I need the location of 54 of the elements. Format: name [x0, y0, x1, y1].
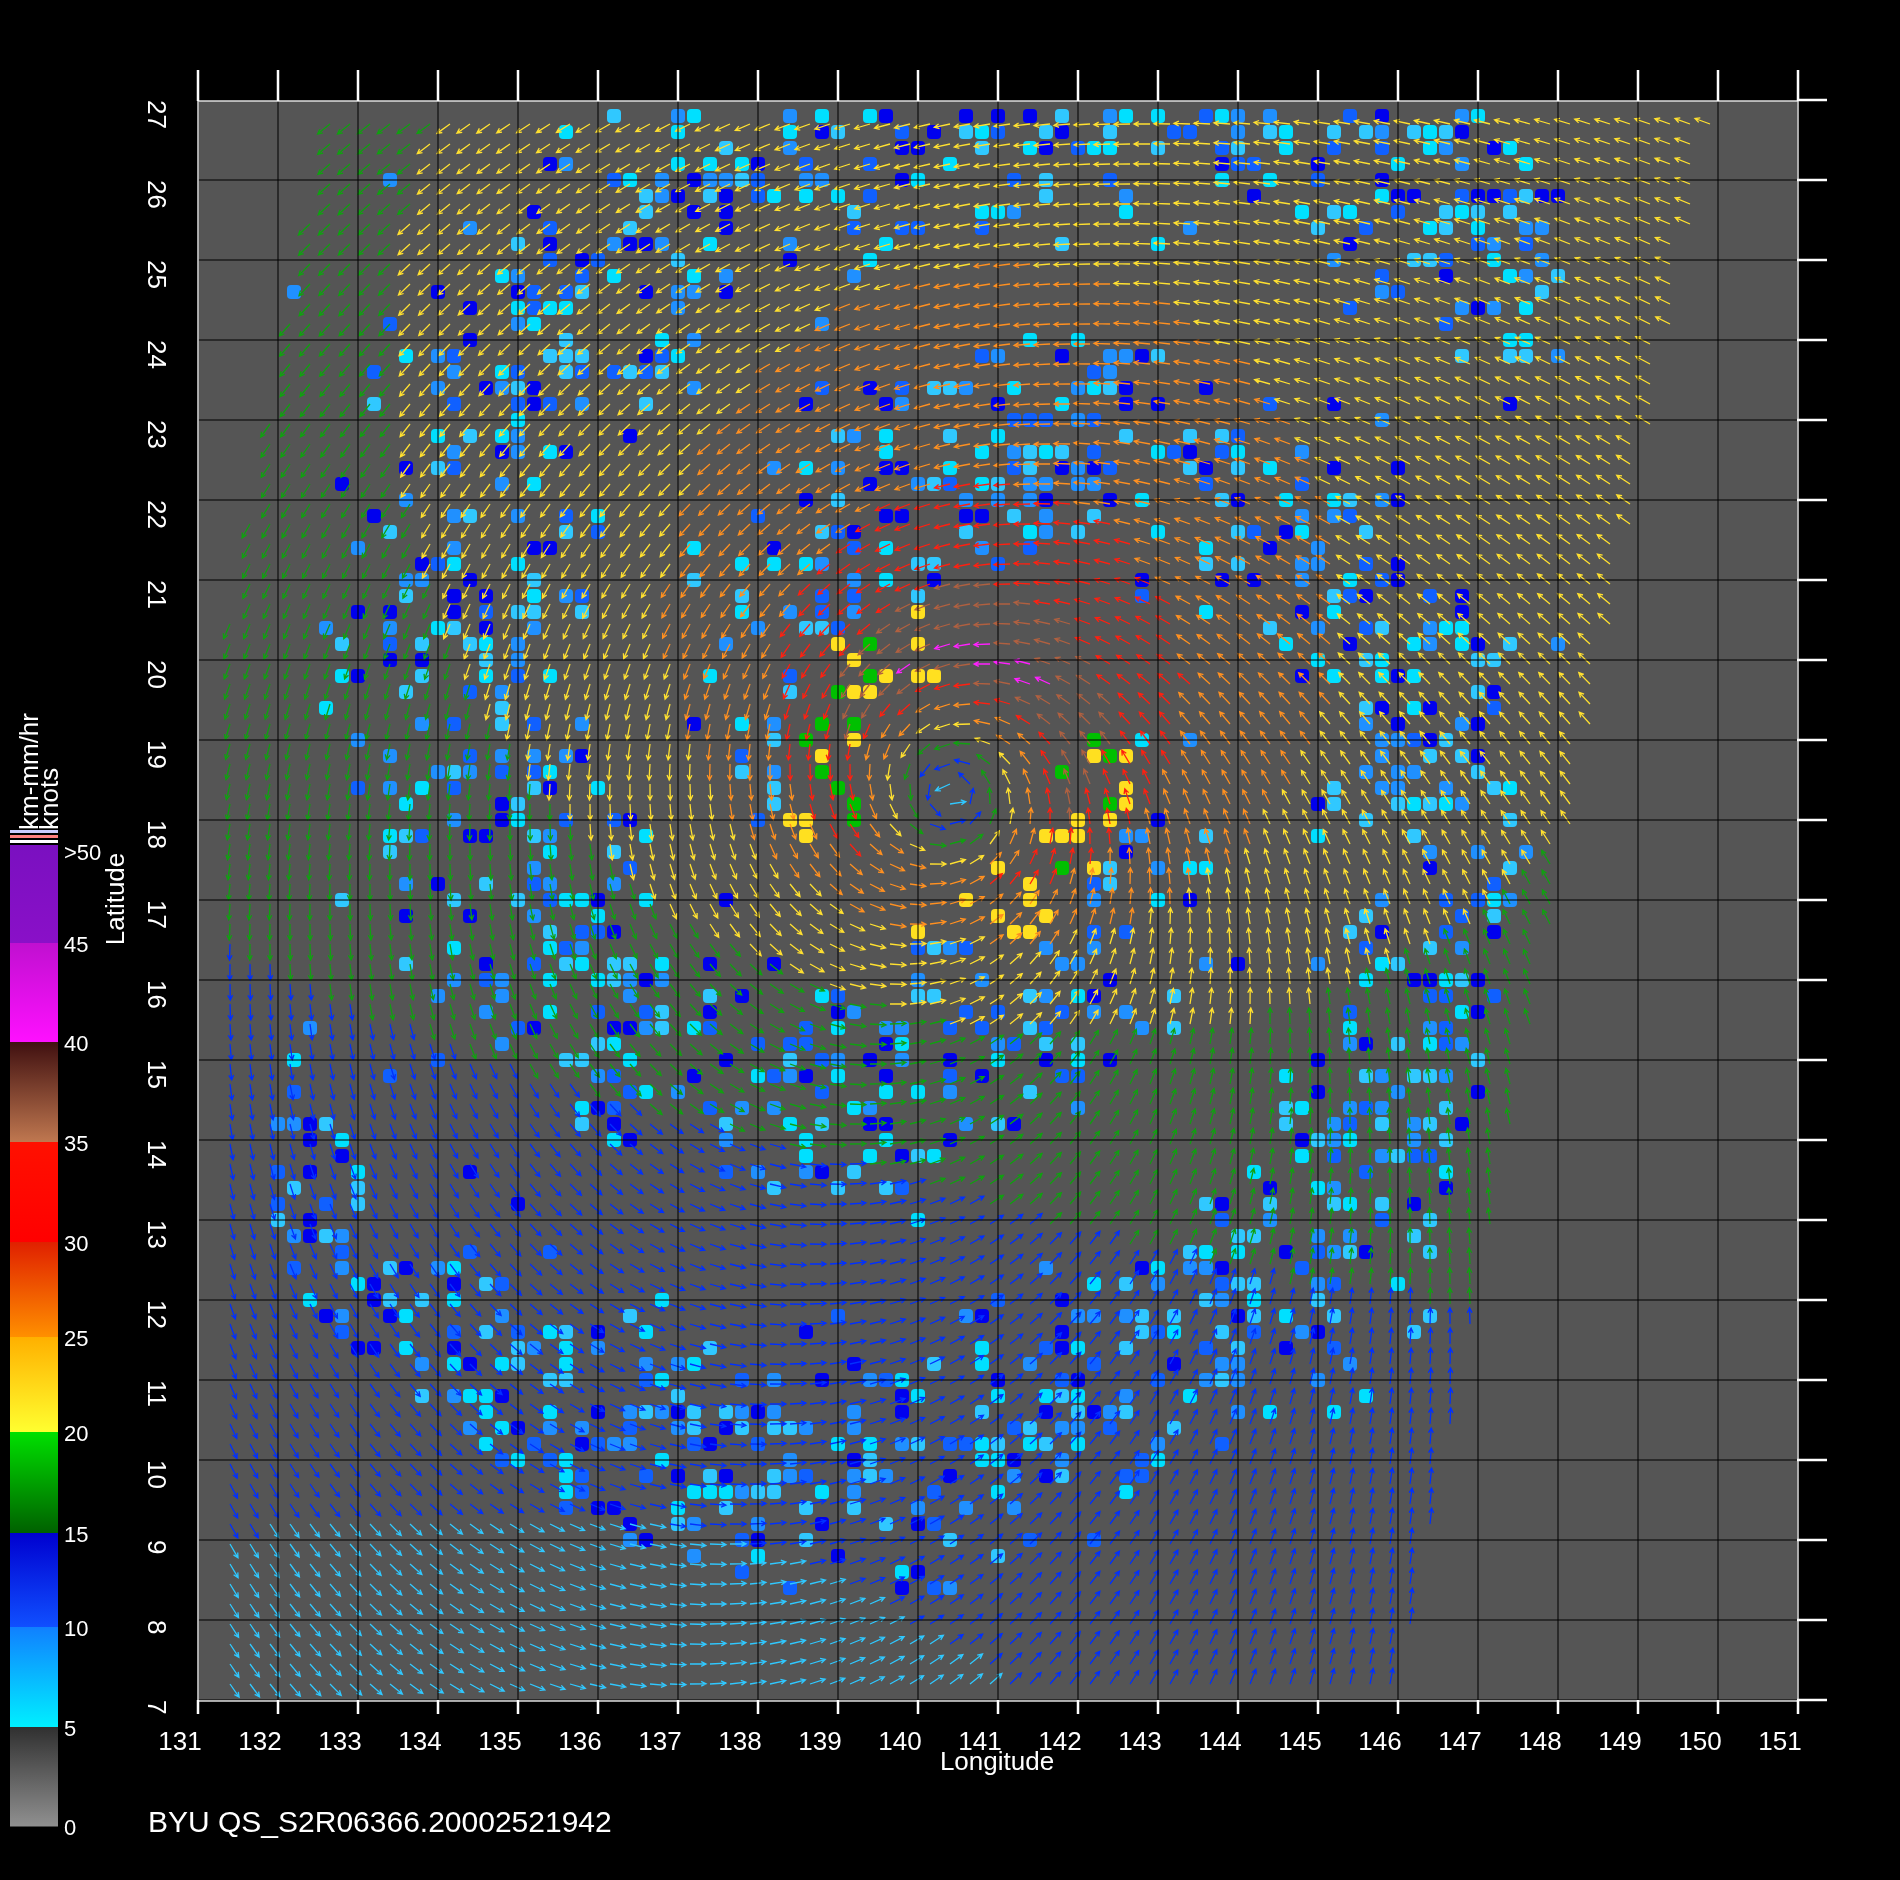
- tick-label: 11: [142, 1380, 172, 1407]
- tick-label: 23: [142, 420, 172, 449]
- tick-label: 132: [238, 1726, 282, 1756]
- tick-label: 10: [142, 1460, 172, 1489]
- scale-label: 5: [64, 1716, 77, 1741]
- tick-label: 14: [142, 1140, 172, 1169]
- tick-label: 21: [142, 580, 172, 609]
- tick-label: 7: [142, 1700, 172, 1715]
- scale-label: 0: [64, 1815, 77, 1840]
- tick-label: 139: [798, 1726, 842, 1756]
- scale-label: >50: [64, 840, 102, 865]
- tick-label: 18: [142, 820, 172, 849]
- tick-label: 27: [142, 100, 172, 129]
- scale-label: 40: [64, 1031, 89, 1056]
- tick-label: 148: [1518, 1726, 1562, 1756]
- tick-label: 9: [142, 1540, 172, 1555]
- tick-label: 12: [142, 1300, 172, 1329]
- scale-label: 35: [64, 1131, 89, 1156]
- tick-label: 15: [142, 1060, 172, 1089]
- tick-label: 26: [142, 180, 172, 209]
- scale-label: 10: [64, 1616, 89, 1641]
- tick-label: 25: [142, 260, 172, 289]
- tick-label: 22: [142, 500, 172, 529]
- tick-label: 131: [158, 1726, 202, 1756]
- scale-label: 25: [64, 1326, 89, 1351]
- tick-label: 16: [142, 980, 172, 1009]
- tick-label: 138: [718, 1726, 762, 1756]
- tick-label: 17: [142, 900, 172, 929]
- tick-label: 19: [142, 740, 172, 769]
- tick-label: 137: [638, 1726, 682, 1756]
- tick-label: 147: [1438, 1726, 1482, 1756]
- scale-label: 15: [64, 1522, 89, 1547]
- tick-label: 142: [1038, 1726, 1082, 1756]
- plot-title: BYU QS_S2R06366.20002521942: [148, 1805, 612, 1838]
- scale-label: 30: [64, 1231, 89, 1256]
- tick-label: 24: [142, 340, 172, 369]
- tick-label: 135: [478, 1726, 522, 1756]
- scale-label: 20: [64, 1421, 89, 1446]
- tick-label: 146: [1358, 1726, 1402, 1756]
- tick-label: 140: [878, 1726, 922, 1756]
- tick-label: 13: [142, 1220, 172, 1249]
- tick-label: 133: [318, 1726, 362, 1756]
- tick-label: 149: [1598, 1726, 1642, 1756]
- tick-label: 150: [1678, 1726, 1722, 1756]
- tick-label: 136: [558, 1726, 602, 1756]
- tick-label: 20: [142, 660, 172, 689]
- axis-title: Latitude: [100, 852, 130, 946]
- tick-label: 144: [1198, 1726, 1242, 1756]
- tick-label: 151: [1758, 1726, 1802, 1756]
- tick-label: 134: [398, 1726, 442, 1756]
- tick-label: 143: [1118, 1726, 1162, 1756]
- scale-label: 45: [64, 932, 89, 957]
- tick-label: 145: [1278, 1726, 1322, 1756]
- tick-label: 8: [142, 1620, 172, 1635]
